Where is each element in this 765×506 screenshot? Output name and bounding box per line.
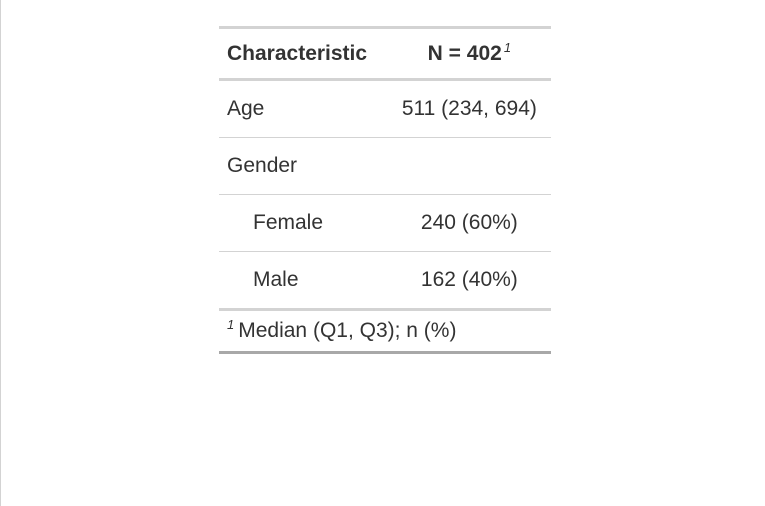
table-header: Characteristic N = 402 1 (219, 27, 551, 80)
footnote-mark: 1 (227, 317, 235, 332)
header-footnote-mark: 1 (503, 39, 512, 55)
row-label: Age (219, 79, 388, 138)
table-body: Age 511 (234, 694) Gender Female 240 (60… (219, 79, 551, 311)
footnote-row: 1 Median (Q1, Q3); n (%) (219, 309, 551, 354)
row-value: 240 (60%) (387, 194, 551, 252)
table-row-female: Female 240 (60%) (219, 194, 551, 252)
row-label: Gender (219, 137, 388, 195)
header-n: N = 402 1 (388, 28, 551, 80)
table-row-age: Age 511 (234, 694) (219, 79, 551, 138)
header-row: Characteristic N = 402 1 (219, 27, 551, 80)
header-n-label: N = 402 (427, 41, 502, 65)
summary-table: Characteristic N = 402 1 Age 511 (234, 69… (219, 26, 551, 354)
footnote-text: Median (Q1, Q3); n (%) (238, 319, 457, 342)
row-value: 511 (234, 694) (387, 79, 551, 138)
header-characteristic: Characteristic (219, 28, 388, 80)
table-row-male: Male 162 (40%) (219, 251, 551, 311)
row-value (387, 137, 551, 195)
row-label: Male (219, 251, 388, 311)
page-left-border (0, 0, 1, 506)
footnote: 1 Median (Q1, Q3); n (%) (219, 309, 551, 354)
row-label: Female (219, 194, 388, 252)
row-value: 162 (40%) (387, 251, 551, 311)
header-characteristic-label: Characteristic (227, 41, 368, 65)
table-row-gender: Gender (219, 137, 551, 195)
table-footer: 1 Median (Q1, Q3); n (%) (219, 309, 551, 354)
